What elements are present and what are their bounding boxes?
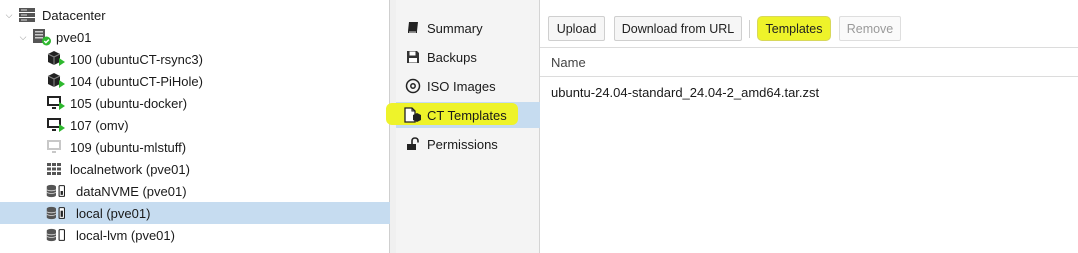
tree-item-label: pve01 — [56, 29, 92, 45]
tree-item-vm-105[interactable]: 105 (ubuntu-docker) — [0, 92, 390, 114]
tree-item-label: Datacenter — [42, 7, 106, 23]
tree-item-localnetwork[interactable]: localnetwork (pve01) — [0, 158, 390, 180]
tree-item-ct-100[interactable]: 100 (ubuntuCT-rsync3) — [0, 48, 390, 70]
storage-icon — [46, 226, 66, 244]
remove-button[interactable]: Remove — [839, 16, 901, 41]
tree-item-label: 107 (omv) — [70, 117, 129, 133]
storage-icon — [46, 204, 66, 222]
tree-item-vm-109[interactable]: 109 (ubuntu-mlstuff) — [0, 136, 390, 158]
nav-label: CT Templates — [427, 107, 507, 123]
book-icon — [404, 20, 422, 36]
tree-item-label: local (pve01) — [76, 205, 151, 221]
floppy-icon — [404, 49, 422, 65]
container-running-icon — [46, 72, 66, 90]
tree-item-ct-104[interactable]: 104 (ubuntuCT-PiHole) — [0, 70, 390, 92]
download-from-url-button[interactable]: Download from URL — [614, 16, 742, 41]
tree-item-label: 105 (ubuntu-docker) — [70, 95, 188, 111]
table-row[interactable]: ubuntu-24.04-standard_24.04-2_amd64.tar.… — [540, 80, 1078, 104]
storage-nav: Summary Backups ISO Images CT Templates … — [396, 0, 540, 253]
nav-iso-images[interactable]: ISO Images — [396, 73, 540, 99]
tree-item-label: 104 (ubuntuCT-PiHole) — [70, 73, 203, 89]
template-icon — [404, 107, 422, 123]
nav-label: Permissions — [427, 136, 498, 152]
nav-backups[interactable]: Backups — [396, 44, 540, 70]
tree-item-label: dataNVME (pve01) — [76, 183, 187, 199]
container-running-icon — [46, 50, 66, 68]
template-panel: Upload Download from URL Templates Remov… — [540, 0, 1078, 253]
tree-item-label: local-lvm (pve01) — [76, 227, 175, 243]
vm-running-icon — [46, 94, 66, 112]
vm-stopped-icon — [46, 138, 66, 156]
network-grid-icon — [46, 160, 66, 178]
tree-item-label: 109 (ubuntu-mlstuff) — [70, 139, 187, 155]
nav-label: Backups — [427, 49, 477, 65]
template-name-cell: ubuntu-24.04-standard_24.04-2_amd64.tar.… — [551, 84, 820, 100]
unlock-icon — [404, 136, 422, 152]
tree-item-node-pve01[interactable]: ⌵ pve01 — [0, 26, 390, 48]
tree-item-label: 100 (ubuntuCT-rsync3) — [70, 51, 203, 67]
tree-item-datacenter[interactable]: ⌵ Datacenter — [0, 4, 390, 26]
toolbar-separator — [749, 20, 750, 38]
storage-icon — [46, 182, 66, 200]
collapse-arrow-icon[interactable]: ⌵ — [18, 32, 28, 42]
datacenter-icon — [18, 6, 38, 24]
disc-icon — [404, 78, 422, 94]
upload-button[interactable]: Upload — [548, 16, 605, 41]
column-header-name[interactable]: Name — [540, 48, 1078, 77]
tree-item-label: localnetwork (pve01) — [70, 161, 190, 177]
nav-permissions[interactable]: Permissions — [396, 131, 540, 157]
tree-item-vm-107[interactable]: 107 (omv) — [0, 114, 390, 136]
tree-item-storage-datanvme[interactable]: dataNVME (pve01) — [0, 180, 390, 202]
collapse-arrow-icon[interactable]: ⌵ — [4, 10, 14, 20]
nav-summary[interactable]: Summary — [396, 15, 540, 41]
node-online-icon — [32, 28, 52, 46]
templates-button[interactable]: Templates — [757, 16, 831, 41]
toolbar: Upload Download from URL Templates Remov… — [540, 8, 1078, 48]
nav-label: Summary — [427, 20, 483, 36]
tree-item-storage-local-lvm[interactable]: local-lvm (pve01) — [0, 224, 390, 246]
resource-tree: ⌵ Datacenter ⌵ pve01 100 (ubuntuCT-rsync… — [0, 0, 390, 253]
nav-label: ISO Images — [427, 78, 496, 94]
vm-running-icon — [46, 116, 66, 134]
tree-item-storage-local[interactable]: local (pve01) — [0, 202, 390, 224]
